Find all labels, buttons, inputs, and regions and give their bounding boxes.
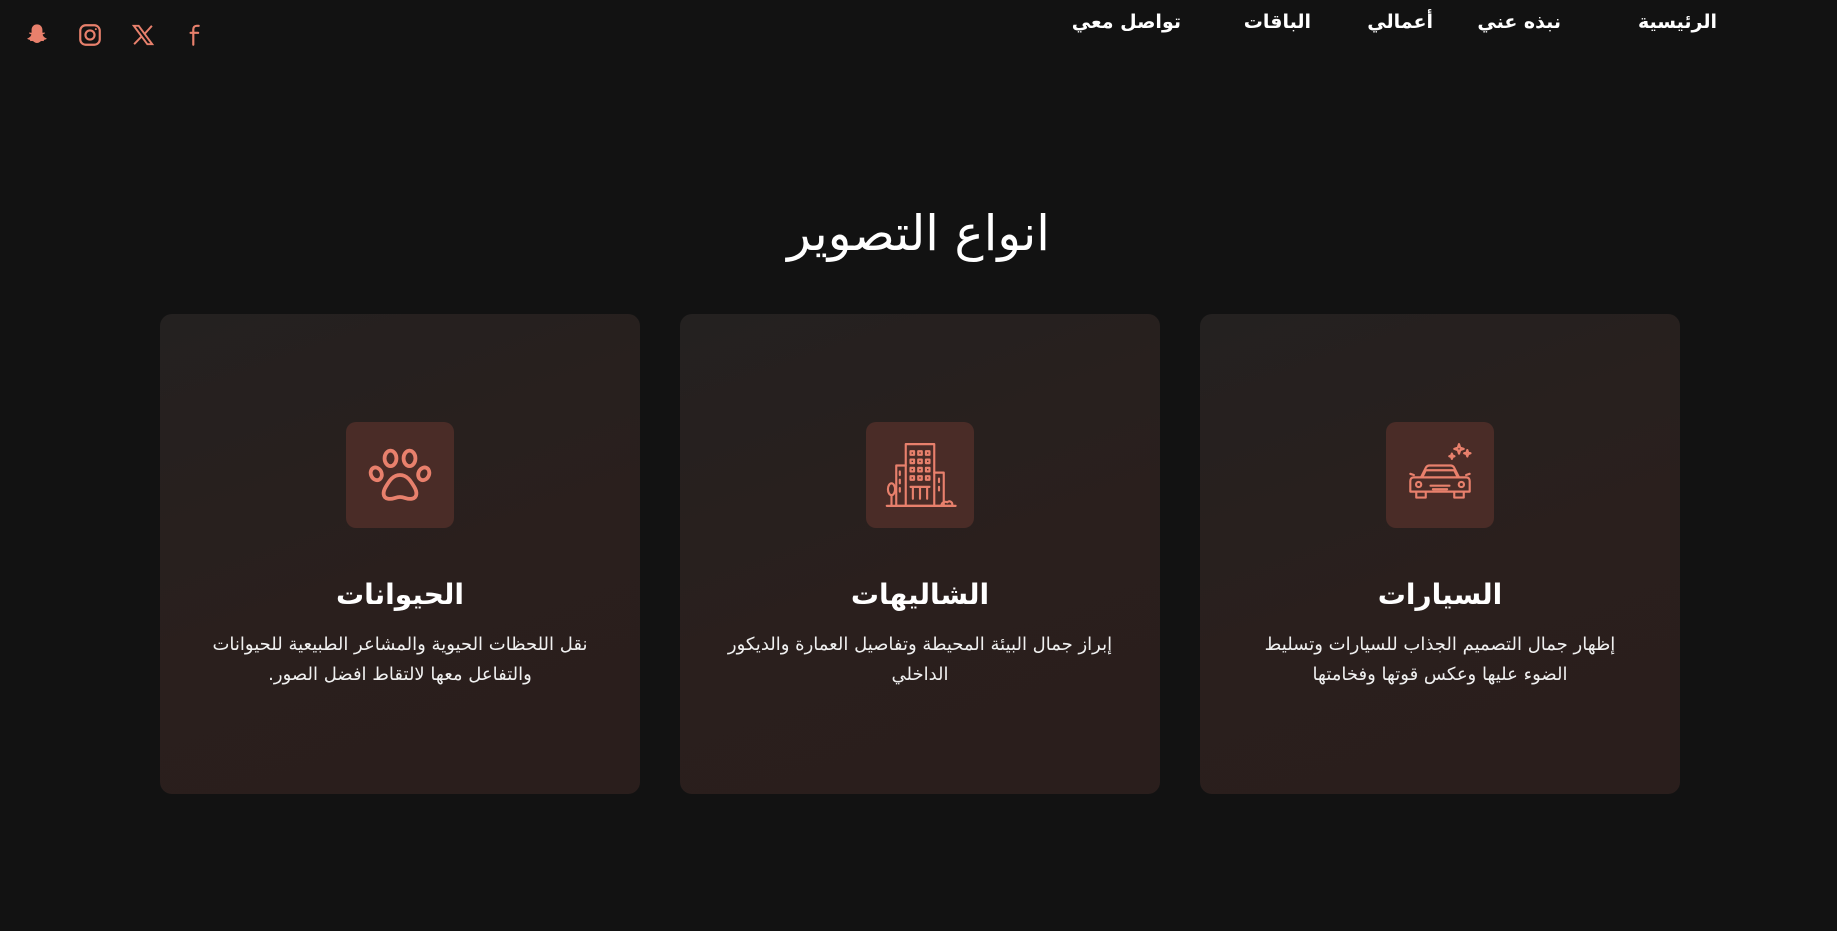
facebook-icon[interactable] [183,22,209,48]
card-animals: الحيوانات نقل اللحظات الحيوية والمشاعر ا… [160,314,640,794]
card-icon-box [866,422,974,528]
car-icon [1409,443,1472,499]
snapchat-icon[interactable] [24,22,50,48]
nav-home[interactable]: الرئيسية [1638,11,1717,33]
photography-types: السيارات إظهار جمال التصميم الجذاب للسيا… [160,314,1680,794]
card-description: إبراز جمال البيئة المحيطة وتفاصيل العمار… [727,634,1113,685]
card-icon-box [1386,422,1494,528]
page: الرئيسية نبذه عني أعمالي الباقات تواصل م… [0,0,1837,931]
nav-packages[interactable]: الباقات [1244,11,1311,33]
card-description: نقل اللحظات الحيوية والمشاعر الطبيعية لل… [212,634,588,685]
building-icon [885,443,957,507]
card-title: السيارات [1377,578,1503,611]
card-chalets: الشاليهات إبراز جمال البيئة المحيطة وتفا… [680,314,1160,794]
nav-contact[interactable]: تواصل معي [1072,11,1181,33]
card-title: الحيوانات [335,578,465,611]
site-header: الرئيسية نبذه عني أعمالي الباقات تواصل م… [0,0,1837,76]
nav-portfolio[interactable]: أعمالي [1367,11,1433,33]
card-icon-box [346,422,454,528]
nav-about[interactable]: نبذه عني [1477,11,1561,33]
section-title: انواع التصوير [787,205,1050,262]
x-icon[interactable] [130,22,156,48]
paw-icon [368,448,432,501]
instagram-icon[interactable] [77,22,103,48]
card-cars: السيارات إظهار جمال التصميم الجذاب للسيا… [1200,314,1680,794]
card-description: إظهار جمال التصميم الجذاب للسيارات وتسلي… [1264,634,1616,685]
social-links [24,22,209,48]
card-title: الشاليهات [850,578,990,611]
